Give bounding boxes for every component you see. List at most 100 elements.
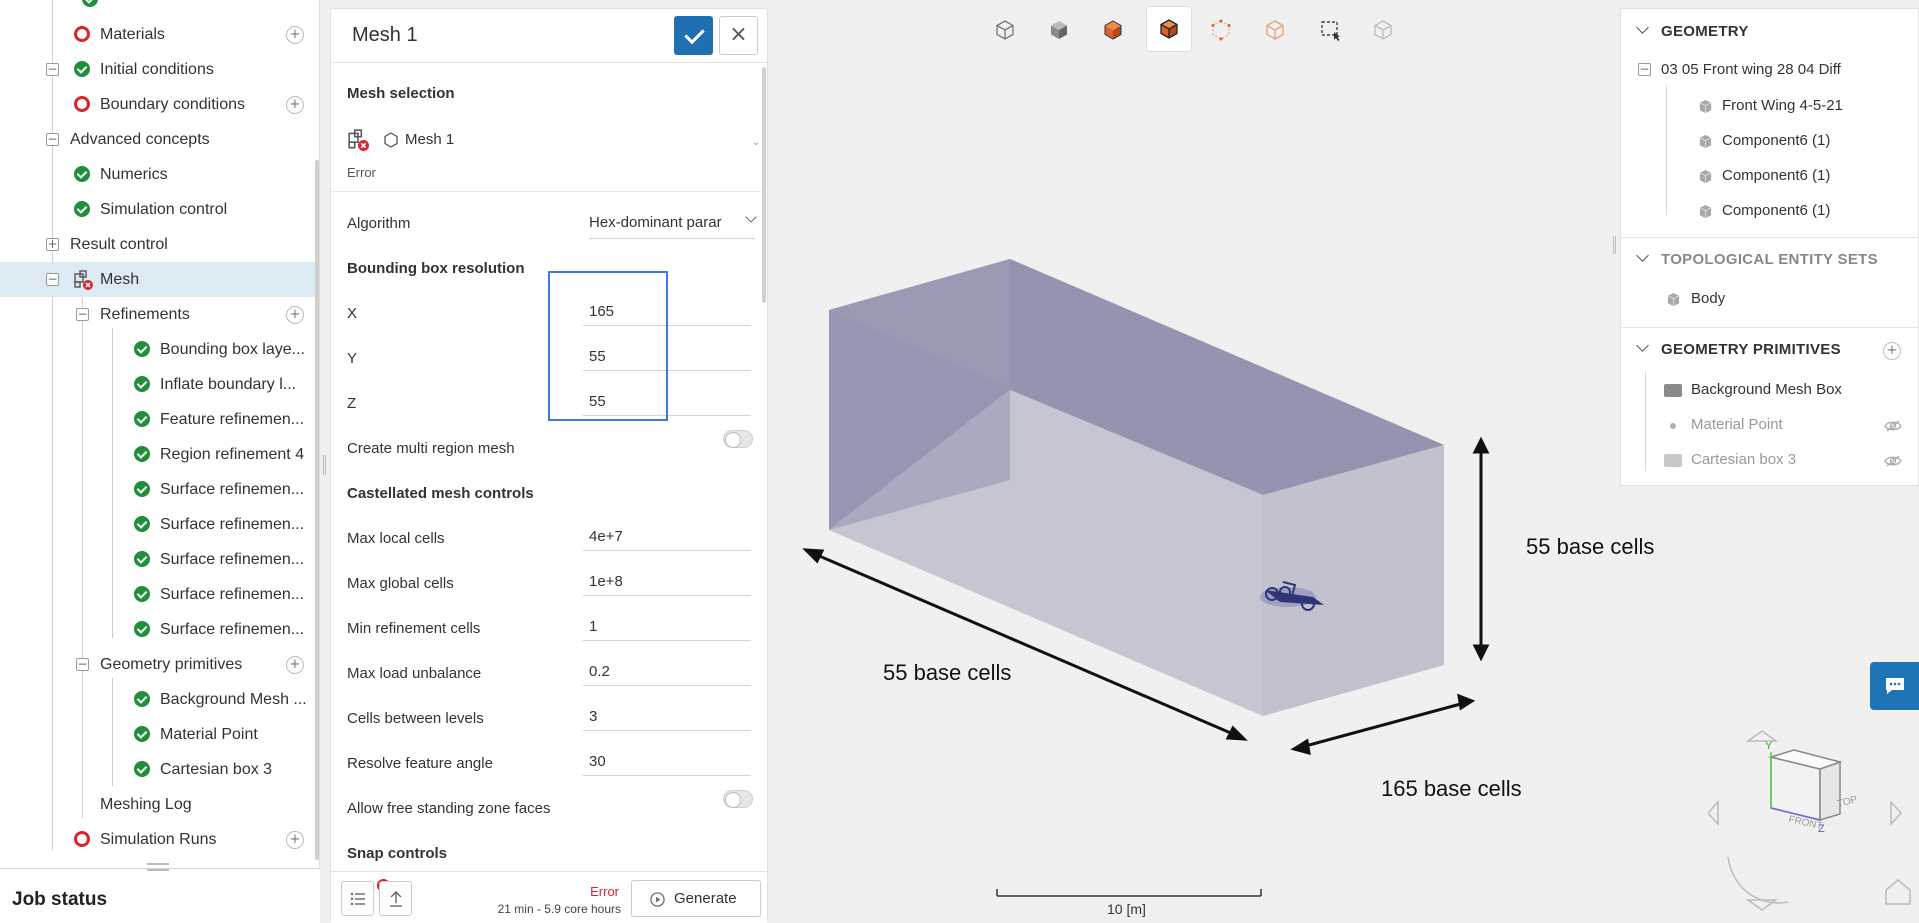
tree-item-primitive[interactable]: Background Mesh ... [0, 682, 319, 717]
resize-handle[interactable] [147, 863, 169, 871]
mesh-settings-panel: Mesh 1 × Mesh selection Mesh 1 Error ⌄ A… [330, 8, 768, 923]
add-icon[interactable]: + [286, 655, 304, 674]
tree-item-refinement[interactable]: Surface refinemen... [0, 542, 319, 577]
tree-item-geometry-primitives[interactable]: − Geometry primitives + [0, 647, 319, 682]
tree-item-label: Material Point [160, 725, 258, 743]
max-global-cells-label: Max global cells [347, 575, 454, 592]
tree-item-label: Geometry primitives [100, 655, 243, 673]
eye-hidden-icon[interactable] [1884, 419, 1902, 433]
mesh-name: Mesh 1 [405, 131, 455, 148]
tree-scrollbar[interactable] [315, 160, 319, 860]
geometry-part[interactable]: Component6 (1) [1722, 167, 1830, 184]
tree-item-refinement[interactable]: Bounding box laye... [0, 332, 319, 367]
min-refinement-cells-input[interactable]: 1 [589, 618, 759, 635]
geometry-title: GEOMETRY [1661, 23, 1749, 40]
geometry-part[interactable]: Component6 (1) [1722, 132, 1830, 149]
tree-item-primitive[interactable]: Material Point [0, 717, 319, 752]
tree-item-label: Feature refinemen... [160, 410, 305, 428]
status-ok-icon [134, 411, 150, 427]
primitive-cartesian-box[interactable]: Cartesian box 3 [1691, 451, 1796, 468]
geometry-part[interactable]: Component6 (1) [1722, 202, 1830, 219]
collapse-icon[interactable]: − [1638, 63, 1651, 76]
cells-between-levels-input[interactable]: 3 [589, 708, 759, 725]
tree-item-numerics[interactable]: Numerics [0, 157, 319, 192]
z-label: Z [347, 395, 357, 412]
tree-item-label: Advanced concepts [70, 130, 210, 148]
free-standing-toggle[interactable] [723, 790, 753, 808]
algorithm-select[interactable]: Hex-dominant parar [589, 205, 757, 239]
chevron-down-icon [745, 211, 757, 223]
resize-grip[interactable] [1613, 236, 1616, 254]
tree-item-advanced-concepts[interactable]: − Advanced concepts [0, 122, 319, 157]
tree-item-refinement[interactable]: Surface refinemen... [0, 472, 319, 507]
resolve-feature-angle-input[interactable]: 30 [589, 753, 759, 770]
add-icon[interactable]: + [286, 830, 304, 849]
resize-grip[interactable] [323, 455, 326, 475]
add-icon[interactable]: + [1883, 342, 1901, 360]
expand-icon[interactable]: + [46, 238, 59, 251]
tree-item-refinement[interactable]: Inflate boundary l... [0, 367, 319, 402]
chat-button[interactable] [1870, 662, 1919, 710]
tree-item-result-control[interactable]: + Result control [0, 227, 319, 262]
box-icon [1664, 384, 1682, 397]
add-icon[interactable]: + [286, 25, 304, 44]
primitive-background-mesh-box[interactable]: Background Mesh Box [1691, 381, 1842, 398]
tree-item-initial-conditions[interactable]: − Initial conditions [0, 52, 319, 87]
collapse-icon[interactable]: − [46, 133, 59, 146]
max-load-unbalance-input[interactable]: 0.2 [589, 663, 759, 680]
tree-item-refinement[interactable]: Surface refinemen... [0, 612, 319, 647]
tree-item-refinement[interactable]: Surface refinemen... [0, 507, 319, 542]
orientation-cube[interactable]: FRONT TOP Y Z [1708, 712, 1919, 923]
close-button[interactable]: × [719, 16, 758, 55]
add-icon[interactable]: + [286, 305, 304, 324]
geometry-root[interactable]: 03 05 Front wing 28 04 Diff [1661, 61, 1841, 78]
tree-item-meshing-log[interactable]: Meshing Log [0, 787, 319, 822]
rotate-down-icon [1745, 899, 1779, 911]
rotate-free-icon [1727, 856, 1789, 904]
collapse-icon[interactable]: − [76, 308, 89, 321]
mesh-selection-item[interactable]: Mesh 1 Error ⌄ [347, 127, 760, 187]
geometry-part[interactable]: Front Wing 4-5-21 [1722, 97, 1843, 114]
log-list-button[interactable] [341, 881, 374, 916]
free-standing-label: Allow free standing zone faces [347, 800, 551, 817]
primitives-section-header[interactable]: GEOMETRY PRIMITIVES [1621, 331, 1919, 367]
tes-section-header[interactable]: TOPOLOGICAL ENTITY SETS [1621, 241, 1919, 277]
multi-region-toggle[interactable] [723, 430, 753, 448]
tree-item-materials[interactable]: Materials + [0, 17, 319, 52]
tree-item-boundary-conditions[interactable]: Boundary conditions + [0, 87, 319, 122]
collapse-icon[interactable]: − [46, 63, 59, 76]
tree-item-simulation-control[interactable]: Simulation control [0, 192, 319, 227]
status-ok-icon [134, 586, 150, 602]
tree-item-refinement[interactable]: Region refinement 4 [0, 437, 319, 472]
tree-item-refinement[interactable]: Feature refinemen... [0, 402, 319, 437]
confirm-button[interactable] [674, 16, 713, 55]
eye-hidden-icon[interactable] [1884, 454, 1902, 468]
primitive-material-point[interactable]: Material Point [1691, 416, 1783, 433]
tree-item-label: Result control [70, 235, 168, 253]
dimension-label-height: 55 base cells [1526, 534, 1655, 559]
generate-button[interactable]: Generate [631, 880, 761, 917]
tree-item-simulation-runs[interactable]: Simulation Runs + [0, 822, 319, 857]
max-global-cells-input[interactable]: 1e+8 [589, 573, 759, 590]
max-local-cells-input[interactable]: 4e+7 [589, 528, 759, 545]
max-load-unbalance-label: Max load unbalance [347, 665, 482, 682]
tree-item-mesh[interactable]: − Mesh [0, 262, 319, 297]
collapse-icon[interactable]: − [76, 658, 89, 671]
tree-item-refinement[interactable]: Surface refinemen... [0, 577, 319, 612]
entity-set-body[interactable]: Body [1691, 290, 1725, 307]
collapse-icon[interactable]: − [46, 273, 59, 286]
primitives-title: GEOMETRY PRIMITIVES [1661, 341, 1841, 358]
tree-item-label: Numerics [100, 165, 168, 183]
panel-scrollbar[interactable] [762, 67, 766, 303]
chat-icon [1886, 678, 1904, 694]
upload-button[interactable] [379, 881, 412, 916]
chevron-down-icon[interactable]: ⌄ [752, 137, 760, 148]
footer-estimate: 21 min - 5.9 core hours [497, 902, 621, 916]
tree-item-primitive[interactable]: Cartesian box 3 [0, 752, 319, 787]
tree-item-label: Meshing Log [100, 795, 192, 813]
add-icon[interactable]: + [286, 95, 304, 114]
tree-item-refinements[interactable]: − Refinements + [0, 297, 319, 332]
geometry-section-header[interactable]: GEOMETRY [1621, 13, 1919, 49]
dimension-label-length: 165 base cells [1381, 776, 1522, 801]
status-ok-icon [74, 201, 90, 217]
